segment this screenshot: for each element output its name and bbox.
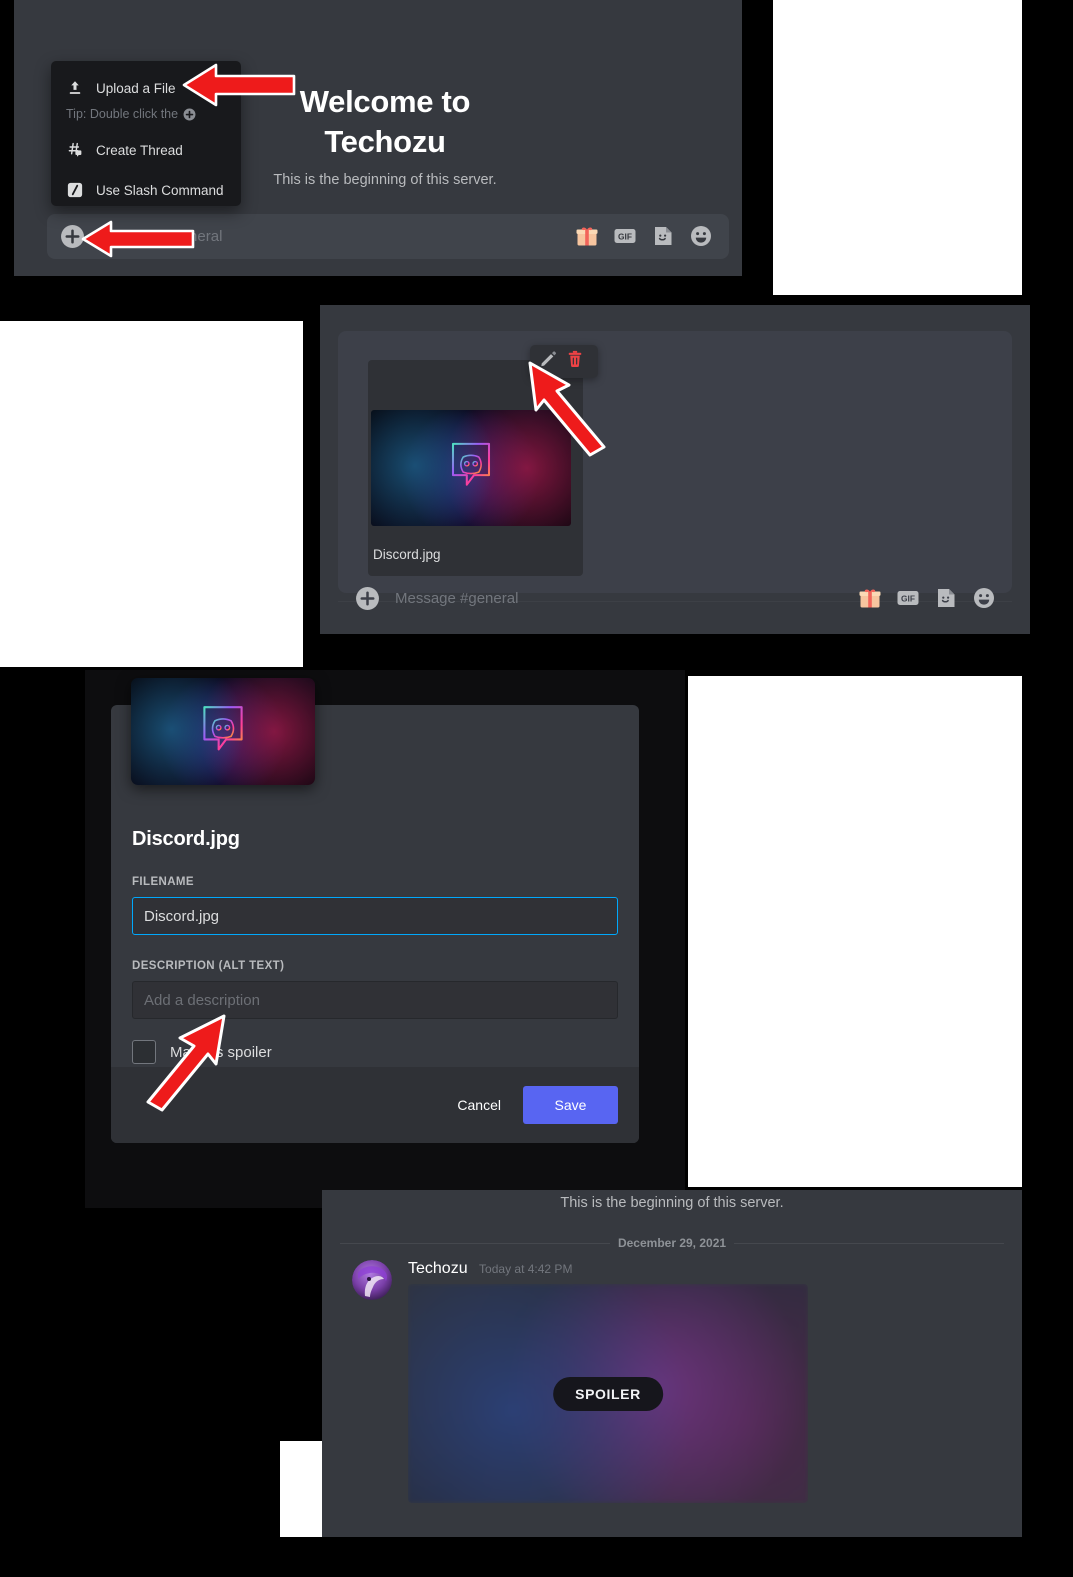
date-divider-label: December 29, 2021 <box>617 1236 727 1250</box>
panel-sent-spoiler-message: This is the beginning of this server. De… <box>322 1190 1022 1537</box>
composer-icon-group: GIF <box>575 224 713 248</box>
channel-beginning-text: This is the beginning of this server. <box>273 172 497 188</box>
thread-icon <box>66 141 84 159</box>
plus-circle-icon[interactable] <box>355 586 380 611</box>
menu-tip-label: Tip: Double click the <box>66 107 179 121</box>
gif-icon[interactable]: GIF <box>613 224 637 248</box>
description-input[interactable]: Add a description <box>132 981 618 1019</box>
screenshot-root: Welcome to Techozu This is the beginning… <box>0 0 1073 1577</box>
menu-tip: Tip: Double click the <box>51 103 241 125</box>
message-timestamp: Today at 4:42 PM <box>479 1262 573 1276</box>
panel-edit-attachment-modal: Discord.jpg FILENAME Discord.jpg DESCRIP… <box>85 670 685 1208</box>
mark-as-spoiler-checkbox[interactable] <box>132 1040 156 1064</box>
message-author[interactable]: Techozu <box>408 1260 468 1277</box>
upload-icon <box>66 79 84 97</box>
message-composer[interactable]: Message #general GIF <box>338 573 1012 623</box>
menu-item-upload-a-file[interactable]: Upload a File <box>51 73 241 103</box>
date-divider: December 29, 2021 <box>340 1236 1005 1250</box>
avatar[interactable] <box>352 1260 392 1300</box>
menu-item-label: Upload a File <box>96 80 176 96</box>
menu-item-use-slash-command[interactable]: Use Slash Command <box>51 175 241 205</box>
plus-circle-icon[interactable] <box>60 224 85 249</box>
channel-beginning-text: This is the beginning of this server. <box>560 1195 784 1211</box>
emoji-icon[interactable] <box>689 224 713 248</box>
attachment-card[interactable]: Discord.jpg <box>368 360 583 576</box>
plus-circle-icon <box>183 108 196 121</box>
attachment-thumbnail <box>371 410 571 526</box>
divider-line-right <box>734 1242 1005 1244</box>
panel-upload-preview: Discord.jpg Message #general GIF <box>320 305 1030 634</box>
filename-label: FILENAME <box>132 876 194 888</box>
gift-icon[interactable] <box>575 224 599 248</box>
upload-preview-tray: Discord.jpg <box>338 331 1012 593</box>
trash-icon[interactable] <box>565 349 585 374</box>
emoji-icon[interactable] <box>972 586 996 610</box>
filename-input-value: Discord.jpg <box>144 907 220 925</box>
attachment-actions-toolbar <box>530 345 598 378</box>
sticker-icon[interactable] <box>934 586 958 610</box>
dialog-title: Discord.jpg <box>132 828 240 850</box>
description-label: DESCRIPTION (ALT TEXT) <box>132 960 285 972</box>
white-filler-mid-right <box>688 676 1022 1187</box>
spoiler-image-attachment[interactable]: SPOILER <box>408 1284 808 1503</box>
divider-line-left <box>340 1242 610 1244</box>
discord-logo-icon <box>192 698 254 765</box>
slash-command-icon <box>66 181 84 199</box>
filename-input[interactable]: Discord.jpg <box>132 897 618 935</box>
attachment-preview-thumbnail <box>131 678 315 785</box>
welcome-heading-line1: Welcome to <box>299 84 471 119</box>
discord-logo-icon <box>441 436 501 501</box>
composer-placeholder: Message #general <box>99 228 223 245</box>
composer-placeholder: Message #general <box>395 589 519 607</box>
sticker-icon[interactable] <box>651 224 675 248</box>
white-filler-mid-left <box>0 321 303 667</box>
composer-icon-group: GIF <box>858 586 996 610</box>
cancel-button[interactable]: Cancel <box>439 1086 519 1124</box>
message-body: Techozu Today at 4:42 PM SPOILER <box>408 1260 808 1503</box>
white-filler-top-right <box>773 0 1022 295</box>
dialog-footer: Cancel Save <box>111 1067 639 1143</box>
mark-as-spoiler-label: Mark as spoiler <box>170 1043 272 1061</box>
white-filler-bottom-left <box>280 1441 322 1537</box>
save-button[interactable]: Save <box>523 1086 618 1124</box>
svg-text:GIF: GIF <box>901 594 915 604</box>
menu-item-create-thread[interactable]: Create Thread <box>51 135 241 165</box>
message-header: Techozu Today at 4:42 PM <box>408 1260 808 1278</box>
description-input-placeholder: Add a description <box>144 991 260 1009</box>
attach-context-menu: Upload a File Tip: Double click the Crea… <box>51 61 241 206</box>
menu-item-label: Use Slash Command <box>96 182 224 198</box>
welcome-heading-line2: Techozu <box>324 124 446 159</box>
attachment-filename: Discord.jpg <box>373 547 441 562</box>
mark-as-spoiler-row[interactable]: Mark as spoiler <box>132 1040 618 1064</box>
gif-icon[interactable]: GIF <box>896 586 920 610</box>
svg-text:GIF: GIF <box>618 232 632 242</box>
message-composer[interactable]: Message #general GIF <box>47 214 729 259</box>
message-row: Techozu Today at 4:42 PM SPOILER <box>352 1260 1002 1503</box>
pencil-icon[interactable] <box>538 349 558 374</box>
panel-channel-empty-state: Welcome to Techozu This is the beginning… <box>14 0 742 276</box>
gift-icon[interactable] <box>858 586 882 610</box>
spoiler-badge[interactable]: SPOILER <box>553 1376 663 1411</box>
welcome-heading: Welcome to Techozu <box>260 82 510 162</box>
menu-item-label: Create Thread <box>96 142 183 158</box>
